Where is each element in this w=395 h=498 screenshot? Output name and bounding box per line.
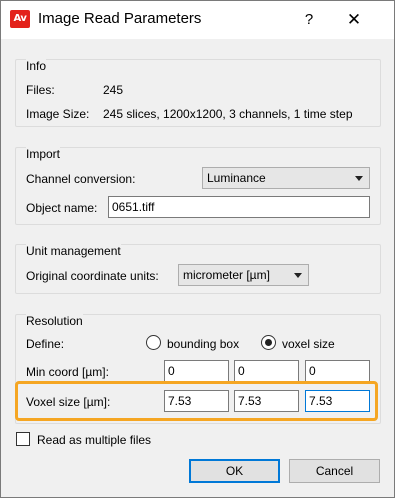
channel-conversion-dropdown[interactable]: Luminance	[202, 167, 370, 189]
object-name-value: 0651.tiff	[112, 200, 155, 214]
define-label: Define:	[26, 337, 65, 351]
bounding-box-label[interactable]: bounding box	[167, 337, 239, 351]
original-units-dropdown[interactable]: micrometer [µm]	[178, 264, 309, 286]
channel-conversion-label: Channel conversion:	[26, 172, 136, 186]
files-label: Files:	[26, 83, 55, 97]
channel-conversion-value: Luminance	[207, 171, 266, 185]
image-read-parameters-dialog: Av Image Read Parameters ? ✕ Info Files:…	[0, 0, 395, 498]
info-group-title: Info	[26, 59, 47, 73]
help-button[interactable]: ?	[297, 7, 321, 33]
min-coord-y-input[interactable]: 0	[234, 360, 299, 382]
unit-management-group: Unit management Original coordinate unit…	[15, 244, 381, 294]
original-units-value: micrometer [µm]	[183, 268, 270, 282]
min-coord-x-input[interactable]: 0	[164, 360, 229, 382]
original-units-label: Original coordinate units:	[26, 269, 159, 283]
files-value: 245	[103, 83, 124, 97]
min-coord-y-value: 0	[238, 364, 245, 378]
close-button[interactable]: ✕	[341, 7, 367, 33]
unit-management-group-title: Unit management	[26, 244, 121, 258]
dialog-title: Image Read Parameters	[38, 10, 202, 27]
read-multiple-label[interactable]: Read as multiple files	[37, 433, 151, 447]
read-multiple-checkbox[interactable]	[16, 432, 30, 446]
voxel-size-highlight	[15, 381, 378, 421]
min-coord-z-input[interactable]: 0	[305, 360, 370, 382]
chevron-down-icon	[294, 273, 302, 278]
voxel-size-option-label[interactable]: voxel size	[282, 337, 335, 351]
ok-button[interactable]: OK	[189, 459, 280, 483]
import-group-title: Import	[26, 147, 61, 161]
min-coord-x-value: 0	[168, 364, 175, 378]
cancel-button[interactable]: Cancel	[289, 459, 380, 483]
object-name-label: Object name:	[26, 201, 98, 215]
image-size-value: 245 slices, 1200x1200, 3 channels, 1 tim…	[103, 107, 353, 121]
object-name-input[interactable]: 0651.tiff	[108, 196, 370, 218]
title-bar[interactable]: Av Image Read Parameters ? ✕	[1, 1, 394, 39]
min-coord-z-value: 0	[309, 364, 316, 378]
chevron-down-icon	[355, 176, 363, 181]
image-size-label: Image Size:	[26, 107, 90, 121]
min-coord-label: Min coord [µm]:	[26, 365, 109, 379]
import-group: Import Channel conversion: Luminance Obj…	[15, 147, 381, 225]
app-logo-icon: Av	[10, 10, 30, 28]
bounding-box-radio[interactable]	[146, 335, 161, 350]
resolution-group-title: Resolution	[26, 314, 83, 328]
info-group: Info Files: 245 Image Size: 245 slices, …	[15, 59, 381, 127]
voxel-size-radio[interactable]	[261, 335, 276, 350]
